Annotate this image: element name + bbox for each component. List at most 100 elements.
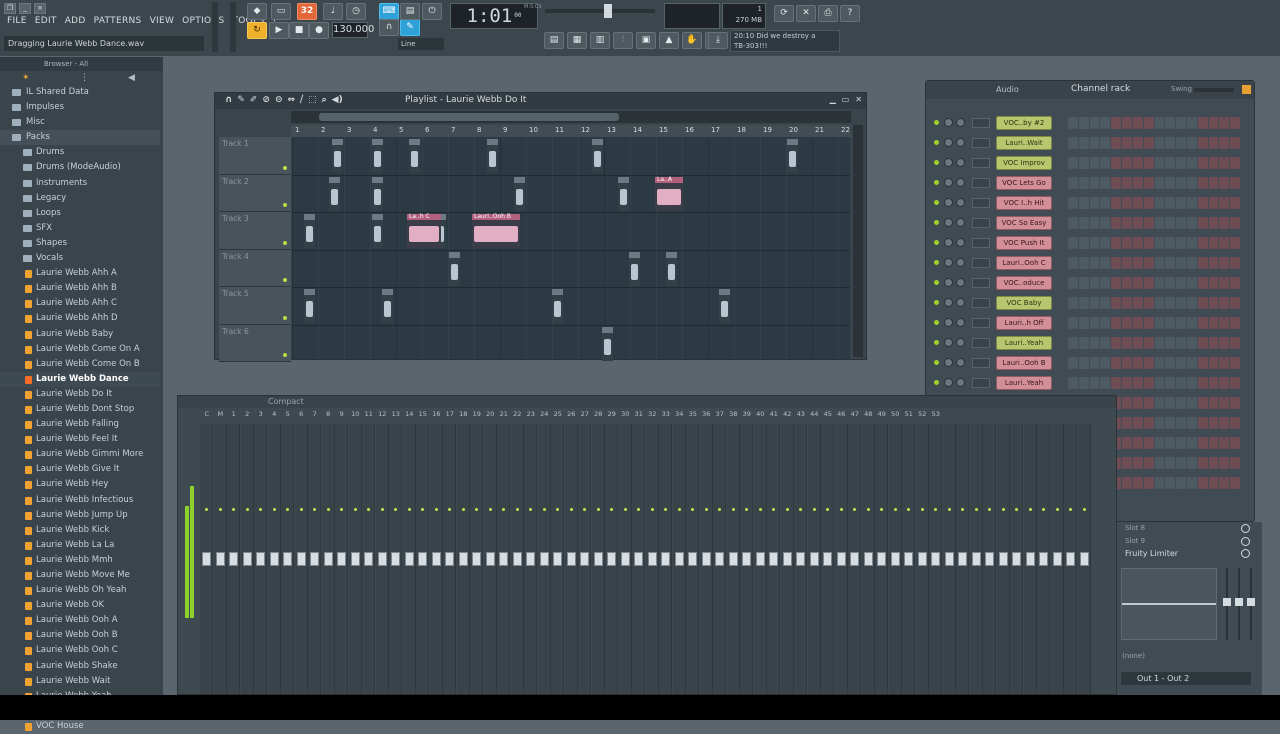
- mixer-strip-led-icon[interactable]: [623, 508, 627, 511]
- channel-row[interactable]: VOC..by #2: [932, 115, 1248, 131]
- limiter-toggle-icon[interactable]: [1241, 549, 1250, 558]
- track-header[interactable]: Track 3: [219, 212, 291, 250]
- channel-knob[interactable]: [956, 218, 965, 227]
- stop-icon[interactable]: ■: [289, 22, 309, 39]
- mixer-strip-led-icon[interactable]: [583, 508, 586, 511]
- mixer-strip-led-icon[interactable]: [299, 508, 303, 511]
- channel-mixer-target[interactable]: [972, 118, 990, 128]
- mixer-fader[interactable]: [850, 552, 859, 566]
- mixer-strip[interactable]: [389, 424, 402, 694]
- browser-item[interactable]: Laurie Webb Gimmi More: [0, 447, 160, 462]
- channel-knob[interactable]: [956, 258, 965, 267]
- track-led-icon[interactable]: [283, 278, 287, 282]
- mixer-strip-led-icon[interactable]: [434, 508, 438, 511]
- browser-item[interactable]: Instruments: [0, 176, 160, 191]
- mixer-strip[interactable]: [848, 424, 861, 694]
- mixer-strip-led-icon[interactable]: [1055, 508, 1059, 511]
- channel-row[interactable]: Lauri..Yeah: [932, 335, 1248, 351]
- audio-clip[interactable]: La..A: [655, 176, 683, 211]
- audio-clip[interactable]: [372, 176, 383, 211]
- mixer-strip-led-icon[interactable]: [839, 508, 843, 511]
- browser-item[interactable]: Laurie Webb Baby: [0, 327, 160, 342]
- mixer-fader[interactable]: [715, 552, 724, 566]
- menu-file[interactable]: FILE: [4, 16, 30, 26]
- browser-item[interactable]: Laurie Webb Kick: [0, 523, 160, 538]
- audio-clip[interactable]: [602, 326, 613, 361]
- channel-mute-led-icon[interactable]: [934, 180, 939, 185]
- audio-clip[interactable]: [304, 289, 315, 323]
- mixer-strip[interactable]: [470, 424, 483, 694]
- select-icon[interactable]: ⬚: [308, 95, 317, 105]
- channel-row[interactable]: VOC Push It: [932, 235, 1248, 251]
- mixer-strip[interactable]: [254, 424, 267, 694]
- mixer-fader[interactable]: [539, 552, 549, 566]
- mixer-fader[interactable]: [796, 552, 805, 566]
- track-header[interactable]: Track 4: [219, 249, 291, 287]
- audio-clip[interactable]: [787, 139, 798, 173]
- download-icon[interactable]: ⤓: [708, 32, 728, 49]
- playlist-scrollbar-v[interactable]: [853, 125, 863, 357]
- mixer-strip-led-icon[interactable]: [232, 508, 235, 511]
- channel-name-button[interactable]: Lauri..h Off: [996, 316, 1052, 330]
- microphone-icon[interactable]: ⎙: [818, 5, 838, 22]
- mixer-strip-led-icon[interactable]: [718, 508, 721, 511]
- playlist-icon[interactable]: ▤: [544, 32, 564, 49]
- channel-mute-led-icon[interactable]: [934, 320, 939, 325]
- audio-clip[interactable]: Lauri..Ooh B: [472, 213, 520, 248]
- mixer-strip-led-icon[interactable]: [353, 508, 357, 511]
- mixer-strip[interactable]: [1064, 424, 1077, 694]
- mixer-strip-led-icon[interactable]: [704, 508, 708, 511]
- slot-9[interactable]: Slot 9: [1125, 537, 1145, 545]
- channel-knob[interactable]: [944, 138, 953, 147]
- mixer-fader[interactable]: [742, 552, 751, 566]
- step-sequencer[interactable]: [1068, 177, 1240, 189]
- master-pitch-slider[interactable]: [230, 2, 236, 52]
- browser-item[interactable]: Laurie Webb OK: [0, 598, 160, 613]
- mixer-strip-led-icon[interactable]: [974, 508, 978, 511]
- channel-knob[interactable]: [944, 118, 953, 127]
- browser-item[interactable]: Laurie Webb Mmh: [0, 553, 160, 568]
- song-mode-icon[interactable]: ▭: [271, 3, 291, 20]
- mixer-fader[interactable]: [917, 552, 927, 566]
- mixer-fader[interactable]: [769, 552, 778, 566]
- mixer-strip-led-icon[interactable]: [542, 508, 546, 511]
- mixer-fader[interactable]: [701, 552, 711, 566]
- mixer-strip-led-icon[interactable]: [947, 508, 951, 511]
- mixer-titlebar[interactable]: Compact: [178, 396, 1116, 408]
- channel-knob[interactable]: [944, 238, 953, 247]
- mixer-fader[interactable]: [418, 552, 427, 566]
- mixer-strip[interactable]: [942, 424, 956, 694]
- audio-clip[interactable]: [372, 139, 383, 173]
- channel-mute-led-icon[interactable]: [934, 160, 939, 165]
- channel-mute-led-icon[interactable]: [934, 200, 939, 205]
- mixer-fader[interactable]: [890, 552, 900, 566]
- mixer-strip[interactable]: [213, 424, 227, 694]
- mixer-fader[interactable]: [944, 552, 954, 566]
- mixer-strip[interactable]: [875, 424, 888, 694]
- mixer-fader[interactable]: [1079, 552, 1089, 566]
- mixer-strip-led-icon[interactable]: [245, 508, 249, 511]
- channel-mixer-target[interactable]: [972, 378, 990, 388]
- channel-mute-led-icon[interactable]: [934, 340, 939, 345]
- browser-tree-icon[interactable]: ⋮: [80, 73, 89, 83]
- browser-item[interactable]: Laurie Webb Infectious: [0, 493, 160, 508]
- browser-item[interactable]: Shapes: [0, 236, 160, 251]
- channel-row[interactable]: VOC I..h Hit: [932, 195, 1248, 211]
- browser-item[interactable]: Laurie Webb Move Me: [0, 568, 160, 583]
- mixer-fader[interactable]: [688, 552, 697, 566]
- mixer-fader[interactable]: [1066, 552, 1075, 566]
- mixer-fader[interactable]: [1052, 552, 1062, 566]
- mixer-fader[interactable]: [283, 552, 292, 566]
- browser-item[interactable]: Laurie Webb Oh Yeah: [0, 583, 160, 598]
- channel-name-button[interactable]: VOC Improv: [996, 156, 1052, 170]
- mixer-fader[interactable]: [755, 552, 765, 566]
- browser-item[interactable]: Misc: [0, 115, 160, 130]
- mixer-fader[interactable]: [958, 552, 967, 566]
- mixer-strip-led-icon[interactable]: [785, 508, 789, 511]
- browser-item[interactable]: Laurie Webb Give It: [0, 462, 160, 477]
- browser-icon[interactable]: ▣: [636, 32, 656, 49]
- mixer-fader[interactable]: [809, 552, 819, 566]
- channel-row[interactable]: Lauri..Ooh B: [932, 355, 1248, 371]
- mixer-fader[interactable]: [823, 552, 832, 566]
- mixer-fader[interactable]: [350, 552, 360, 566]
